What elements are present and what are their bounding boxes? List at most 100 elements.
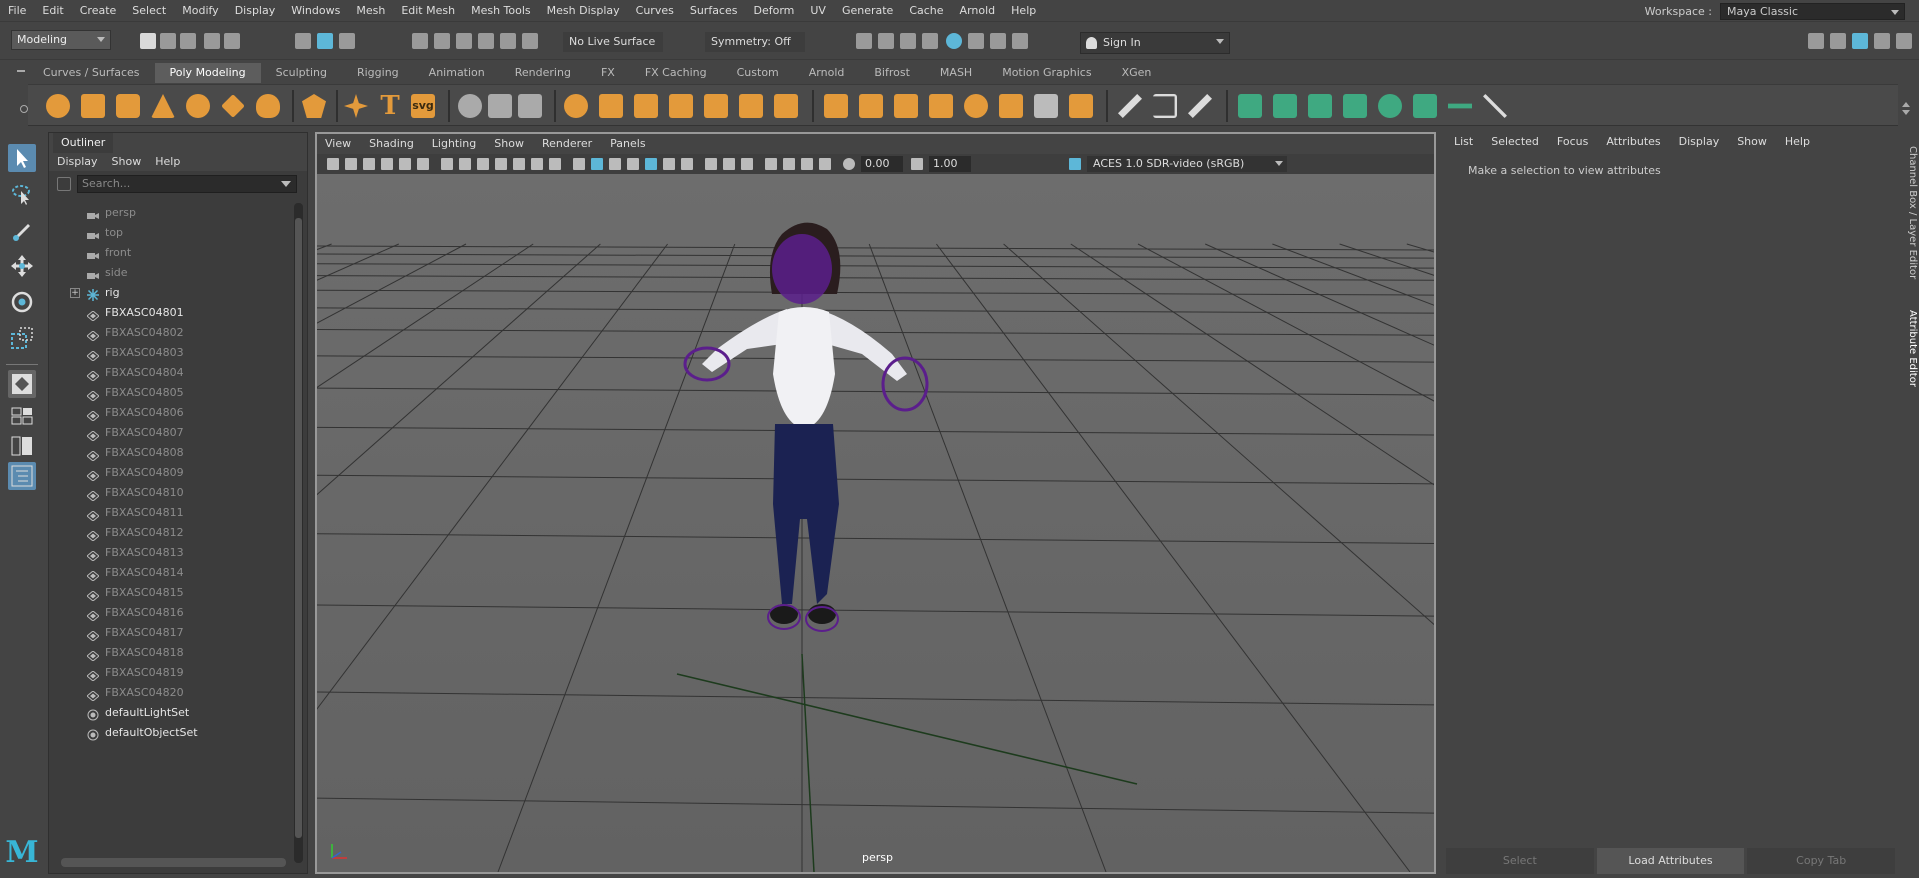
outliner-item-fbxasc04812[interactable]: FBXASC04812 xyxy=(49,523,289,543)
outliner-item-fbxasc04811[interactable]: FBXASC04811 xyxy=(49,503,289,523)
wireframe-icon[interactable] xyxy=(573,158,585,170)
uv-cylindrical-icon[interactable] xyxy=(1273,94,1297,118)
poly-torus-icon[interactable] xyxy=(186,94,210,118)
symmetry-field[interactable]: Symmetry: Off xyxy=(705,32,805,52)
target-weld-icon[interactable] xyxy=(964,94,988,118)
attr-menu-attributes[interactable]: Attributes xyxy=(1606,135,1660,148)
reduce-icon[interactable] xyxy=(774,94,798,118)
snap-plane-icon[interactable] xyxy=(478,33,494,49)
paint-select-tool-icon[interactable] xyxy=(8,216,36,244)
outliner-item-fbxasc04808[interactable]: FBXASC04808 xyxy=(49,443,289,463)
pause-viewport-icon[interactable] xyxy=(1012,33,1028,49)
toggle-tool-settings-icon[interactable] xyxy=(1874,33,1890,49)
viewport-menu-view[interactable]: View xyxy=(325,137,351,150)
grid-toggle-icon[interactable] xyxy=(441,158,453,170)
four-view-layout-icon[interactable] xyxy=(8,402,36,425)
remove-icon[interactable] xyxy=(488,94,512,118)
live-surface-field[interactable]: No Live Surface xyxy=(563,32,663,52)
shelf-tab-rigging[interactable]: Rigging xyxy=(342,63,414,83)
outliner-item-front[interactable]: front xyxy=(49,243,289,263)
save-scene-icon[interactable] xyxy=(180,33,196,49)
outliner-item-fbxasc04806[interactable]: FBXASC04806 xyxy=(49,403,289,423)
attr-menu-selected[interactable]: Selected xyxy=(1491,135,1539,148)
toggle-modeling-toolkit-icon[interactable] xyxy=(1808,33,1824,49)
shelf-tab-curves-surfaces[interactable]: Curves / Surfaces xyxy=(28,63,155,83)
outliner-menu-help[interactable]: Help xyxy=(155,155,180,168)
poly-cube-icon[interactable] xyxy=(81,94,105,118)
outliner-item-fbxasc04803[interactable]: FBXASC04803 xyxy=(49,343,289,363)
expand-icon[interactable]: + xyxy=(70,288,80,298)
color-management-icon[interactable] xyxy=(1069,158,1081,170)
smooth-shade-icon[interactable] xyxy=(591,158,603,170)
screen-space-ao-icon[interactable] xyxy=(681,158,693,170)
attr-menu-show[interactable]: Show xyxy=(1737,135,1767,148)
shelf-tab-rendering[interactable]: Rendering xyxy=(500,63,586,83)
menu-edit-mesh[interactable]: Edit Mesh xyxy=(393,0,463,22)
uv-spherical-icon[interactable] xyxy=(1308,94,1332,118)
boolean-icon[interactable] xyxy=(634,94,658,118)
render-setup-icon[interactable] xyxy=(968,33,984,49)
outliner-item-top[interactable]: top xyxy=(49,223,289,243)
exposure-field[interactable]: 0.00 xyxy=(861,156,903,172)
bevel-icon[interactable] xyxy=(894,94,918,118)
load-attributes-button[interactable]: Load Attributes xyxy=(1596,848,1745,874)
menu-generate[interactable]: Generate xyxy=(834,0,901,22)
two-d-pan-icon[interactable] xyxy=(399,158,411,170)
outliner-item-fbxasc04818[interactable]: FBXASC04818 xyxy=(49,643,289,663)
camera-attributes-icon[interactable] xyxy=(345,158,357,170)
outliner-item-persp[interactable]: persp xyxy=(49,203,289,223)
scrollbar-thumb[interactable] xyxy=(295,218,302,838)
multisample-aa-icon[interactable] xyxy=(723,158,735,170)
viewport-menu-panels[interactable]: Panels xyxy=(610,137,645,150)
menuset-dropdown[interactable]: Modeling xyxy=(11,30,111,50)
extrude-icon[interactable] xyxy=(824,94,848,118)
attr-menu-display[interactable]: Display xyxy=(1679,135,1720,148)
select-camera-icon[interactable] xyxy=(327,158,339,170)
shadows-icon[interactable] xyxy=(663,158,675,170)
persp-outliner-layout-icon[interactable] xyxy=(8,432,36,456)
viewport-menu-show[interactable]: Show xyxy=(494,137,524,150)
image-plane-icon[interactable] xyxy=(381,158,393,170)
menu-edit[interactable]: Edit xyxy=(34,0,71,22)
menu-windows[interactable]: Windows xyxy=(283,0,348,22)
outliner-item-fbxasc04810[interactable]: FBXASC04810 xyxy=(49,483,289,503)
light-editor-icon[interactable] xyxy=(990,33,1006,49)
menu-cache[interactable]: Cache xyxy=(901,0,951,22)
grease-pencil-icon[interactable] xyxy=(417,158,429,170)
outliner-item-fbxasc04820[interactable]: FBXASC04820 xyxy=(49,683,289,703)
edge-loop-icon[interactable] xyxy=(1153,94,1177,118)
menu-create[interactable]: Create xyxy=(72,0,125,22)
collapse-icon[interactable] xyxy=(1034,94,1058,118)
fill-hole-icon[interactable] xyxy=(929,94,953,118)
xray-active-icon[interactable] xyxy=(801,158,813,170)
toggle-human-ik-icon[interactable] xyxy=(1830,33,1846,49)
ipr-render-icon[interactable] xyxy=(900,33,916,49)
channel-box-tab[interactable]: Channel Box / Layer Editor xyxy=(1903,146,1918,279)
gamma-icon[interactable] xyxy=(911,158,923,170)
menu-select[interactable]: Select xyxy=(124,0,174,22)
outliner-search-input[interactable]: Search... xyxy=(77,175,297,193)
open-scene-icon[interactable] xyxy=(160,33,176,49)
snap-surface-icon[interactable] xyxy=(500,33,516,49)
shelf-settings-icon[interactable] xyxy=(20,105,28,113)
outliner-item-defaultlightset[interactable]: defaultLightSet xyxy=(49,703,289,723)
use-all-lights-icon[interactable] xyxy=(645,158,657,170)
viewport-menu-renderer[interactable]: Renderer xyxy=(542,137,592,150)
menu-mesh-display[interactable]: Mesh Display xyxy=(539,0,628,22)
gamma-field[interactable]: 1.00 xyxy=(929,156,971,172)
outliner-item-fbxasc04805[interactable]: FBXASC04805 xyxy=(49,383,289,403)
sculpt-icon[interactable] xyxy=(458,94,482,118)
outliner-item-fbxasc04804[interactable]: FBXASC04804 xyxy=(49,363,289,383)
colorspace-dropdown[interactable]: ACES 1.0 SDR-video (sRGB) xyxy=(1087,156,1287,172)
attr-menu-help[interactable]: Help xyxy=(1785,135,1810,148)
poly-cone-icon[interactable] xyxy=(151,94,175,118)
workspace-dropdown[interactable]: Maya Classic xyxy=(1720,3,1905,20)
outliner-persp-layout-icon[interactable] xyxy=(8,462,36,490)
platonic-solid-icon[interactable] xyxy=(302,94,326,118)
poly-sphere-icon[interactable] xyxy=(46,94,70,118)
poly-cylinder-icon[interactable] xyxy=(116,94,140,118)
outliner-vertical-scrollbar[interactable] xyxy=(294,203,303,863)
sign-in-button[interactable]: Sign In xyxy=(1080,32,1230,54)
new-scene-icon[interactable] xyxy=(140,33,156,49)
render-current-icon[interactable] xyxy=(856,33,872,49)
